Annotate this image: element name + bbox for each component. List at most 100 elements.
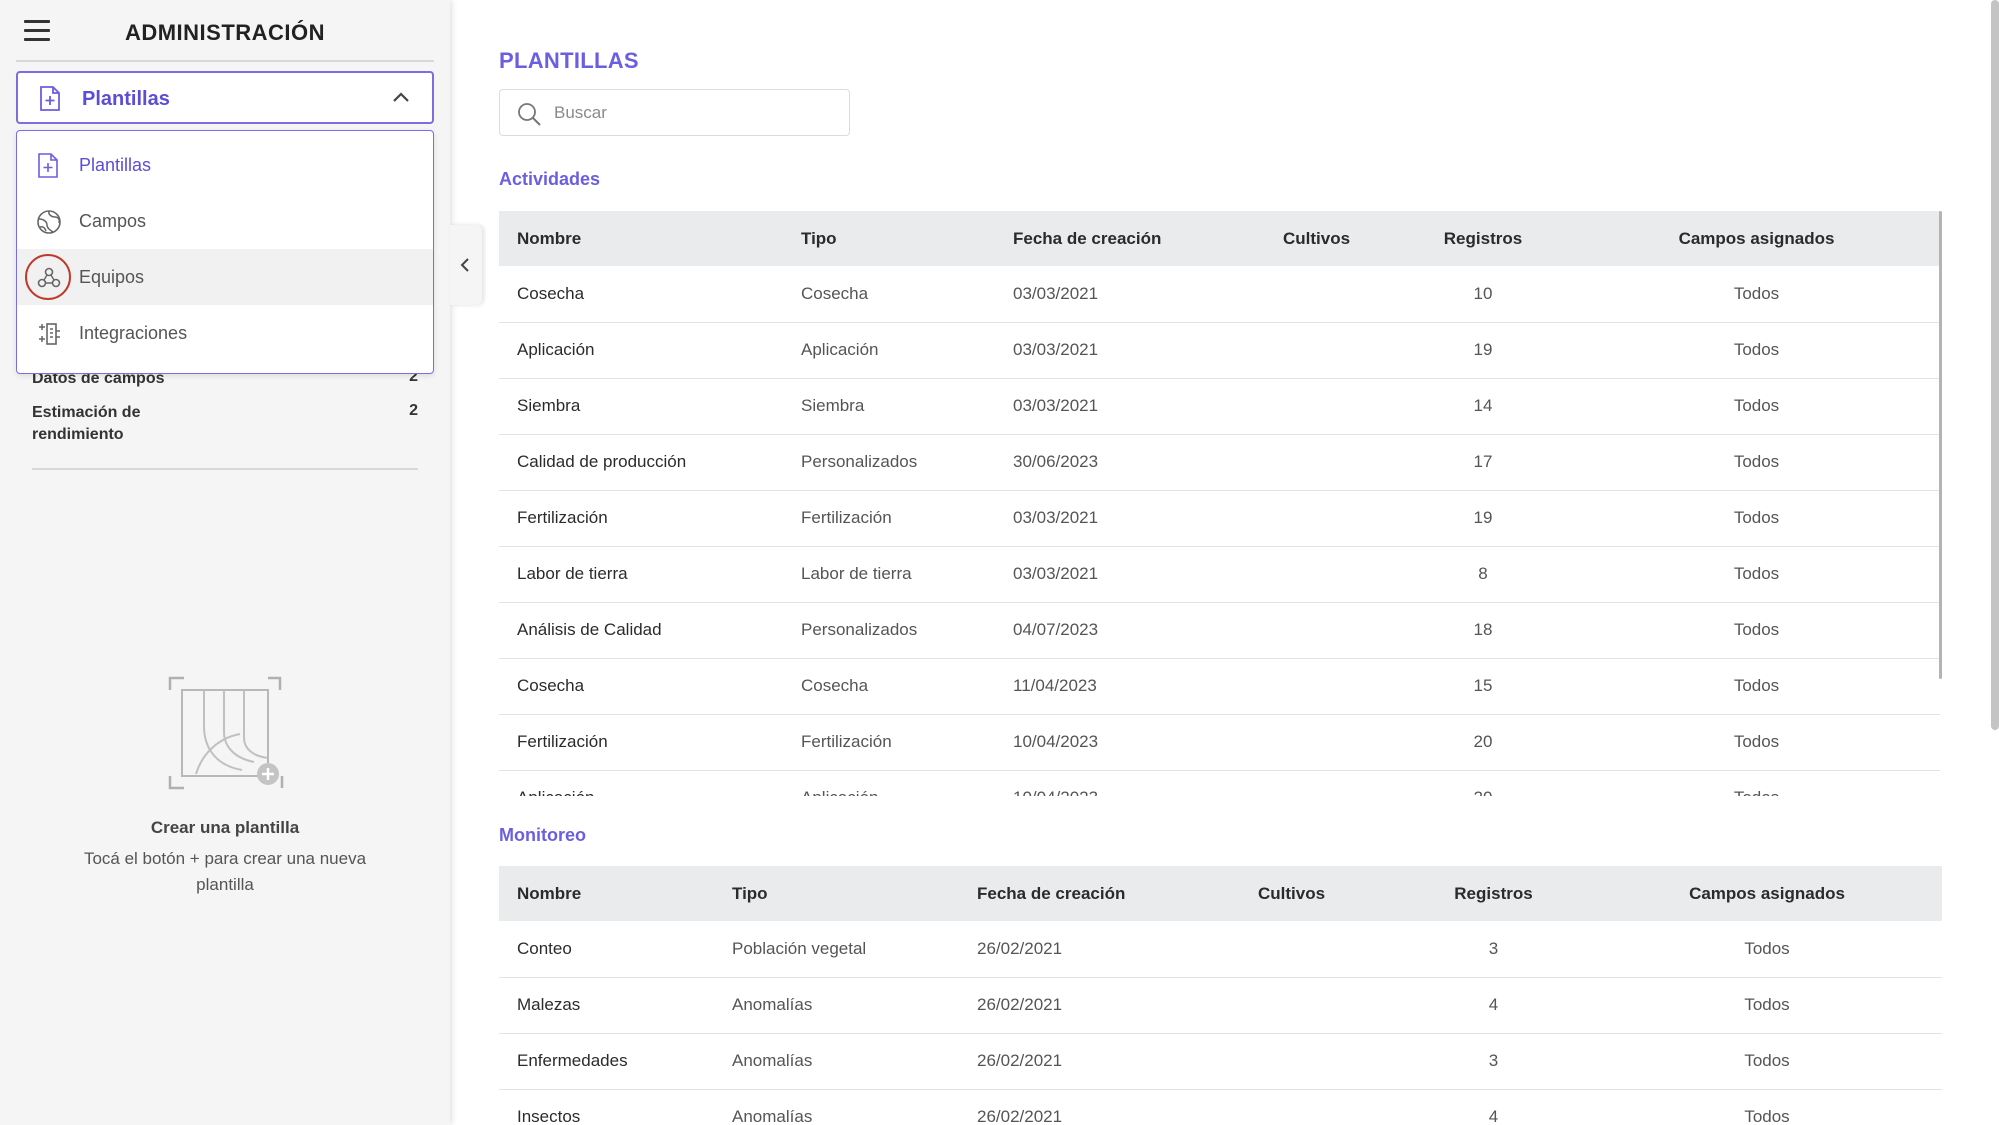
cell-date: 26/02/2021: [959, 977, 1240, 1034]
column-header[interactable]: Campos asignados: [1573, 211, 1940, 266]
sidebar: ADMINISTRACIÓN Plantillas Plantillas Cam…: [0, 0, 450, 1125]
cell-name: Labor de tierra: [499, 546, 783, 603]
cell-name: Calidad de producción: [499, 434, 783, 491]
cell-records: 15: [1393, 658, 1573, 715]
page-title: PLANTILLAS: [499, 48, 639, 73]
cell-crops: [1265, 770, 1393, 796]
cell-name: Aplicación: [499, 770, 783, 796]
cell-assigned: Todos: [1573, 770, 1940, 796]
cell-records: 4: [1395, 1089, 1592, 1125]
column-header[interactable]: Registros: [1395, 866, 1592, 921]
globe-icon: [36, 209, 62, 240]
cell-date: 04/07/2023: [995, 602, 1265, 659]
menu-item-campos[interactable]: Campos: [17, 193, 433, 249]
column-header[interactable]: Fecha de creación: [995, 211, 1265, 266]
table-row[interactable]: Análisis de Calidad Personalizados 04/07/2…: [499, 602, 1940, 659]
table-row[interactable]: Calidad de producción Personalizados 30/06…: [499, 434, 1940, 491]
table-row[interactable]: Cosecha Cosecha 11/04/2023 15 Todos: [499, 658, 1940, 715]
column-header[interactable]: Registros: [1393, 211, 1573, 266]
table-row[interactable]: Conteo Población vegetal 26/02/2021 3 Todos: [499, 921, 1942, 978]
count-row[interactable]: Estimación de rendimiento 2: [32, 402, 418, 446]
column-header[interactable]: Campos asignados: [1592, 866, 1942, 921]
cell-date: 03/03/2021: [995, 490, 1265, 547]
cell-type: Cosecha: [783, 658, 995, 715]
table-row[interactable]: Fertilización Fertilización 10/04/2023 20 To…: [499, 714, 1940, 771]
search-box[interactable]: [499, 89, 850, 136]
column-header[interactable]: Fecha de creación: [959, 866, 1240, 921]
menu-item-label: Equipos: [79, 267, 145, 287]
cell-crops: [1265, 434, 1393, 491]
cell-date: 10/04/2023: [995, 714, 1265, 771]
table-row[interactable]: Enfermedades Anomalías 26/02/2021 3 Todos: [499, 1033, 1942, 1090]
template-add-icon: [38, 86, 62, 117]
dropdown-menu: Plantillas Campos Equipos Integraciones: [16, 130, 434, 374]
cell-crops: [1265, 322, 1393, 379]
cell-date: 30/06/2023: [995, 434, 1265, 491]
column-header[interactable]: Tipo: [783, 211, 995, 266]
cell-crops: [1240, 977, 1395, 1034]
table-scrollbar[interactable]: [1939, 211, 1942, 679]
cell-crops: [1265, 490, 1393, 547]
cell-name: Siembra: [499, 378, 783, 435]
cell-date: 11/04/2023: [995, 658, 1265, 715]
cell-date: 03/03/2021: [995, 378, 1265, 435]
menu-item-integraciones[interactable]: Integraciones: [17, 305, 433, 361]
page-scrollbar[interactable]: [1991, 0, 1999, 730]
cell-assigned: Todos: [1573, 658, 1940, 715]
cell-name: Malezas: [499, 977, 714, 1034]
cell-name: Análisis de Calidad: [499, 602, 783, 659]
template-counts: Datos de campos 2 Estimación de rendimie…: [32, 368, 418, 446]
cell-crops: [1265, 266, 1393, 323]
section-title-activities: Actividades: [499, 169, 601, 189]
cell-records: 19: [1393, 490, 1573, 547]
table-row[interactable]: Labor de tierra Labor de tierra 03/03/2021…: [499, 546, 1940, 603]
cell-crops: [1265, 378, 1393, 435]
table-row[interactable]: Insectos Anomalías 26/02/2021 4 Todos: [499, 1089, 1942, 1125]
cell-crops: [1265, 602, 1393, 659]
menu-item-equipos[interactable]: Equipos: [17, 249, 433, 305]
cell-date: 03/03/2021: [995, 322, 1265, 379]
table-row[interactable]: Siembra Siembra 03/03/2021 14 Todos: [499, 378, 1940, 435]
sidebar-divider: [32, 468, 418, 470]
cell-assigned: Todos: [1573, 490, 1940, 547]
field-plan-illustration-icon: [168, 676, 284, 797]
menu-item-label: Integraciones: [79, 323, 188, 343]
column-header[interactable]: Tipo: [714, 866, 959, 921]
cell-name: Enfermedades: [499, 1033, 714, 1090]
table-row[interactable]: Malezas Anomalías 26/02/2021 4 Todos: [499, 977, 1942, 1034]
cell-records: 19: [1393, 322, 1573, 379]
column-header[interactable]: Cultivos: [1265, 211, 1393, 266]
cell-assigned: Todos: [1592, 1033, 1942, 1090]
cell-crops: [1240, 1089, 1395, 1125]
section-dropdown[interactable]: Plantillas: [16, 71, 434, 124]
cell-name: Fertilización: [499, 490, 783, 547]
cell-records: 4: [1395, 977, 1592, 1034]
cell-assigned: Todos: [1573, 714, 1940, 771]
cell-type: Anomalías: [714, 1089, 959, 1125]
cell-name: Cosecha: [499, 266, 783, 323]
cell-records: 18: [1393, 602, 1573, 659]
cell-assigned: Todos: [1592, 977, 1942, 1034]
sidebar-title: ADMINISTRACIÓN: [124, 20, 326, 45]
table-header-row: Nombre Tipo Fecha de creación Cultivos R…: [499, 211, 1940, 266]
count-name: Estimación de rendimiento: [32, 404, 141, 443]
cell-crops: [1265, 546, 1393, 603]
sidebar-header: ADMINISTRACIÓN: [16, 0, 434, 62]
collapse-sidebar-button[interactable]: [450, 225, 482, 305]
search-input[interactable]: [554, 100, 834, 126]
table-row[interactable]: Fertilización Fertilización 03/03/2021 19 To…: [499, 490, 1940, 547]
table-row[interactable]: Cosecha Cosecha 03/03/2021 10 Todos: [499, 266, 1940, 323]
cell-records: 20: [1393, 770, 1573, 796]
table-row[interactable]: AplicaciónAplicación10/04/202320Todos: [499, 770, 1940, 796]
cell-crops: [1265, 714, 1393, 771]
column-header[interactable]: Nombre: [499, 866, 714, 921]
column-header[interactable]: Nombre: [499, 211, 783, 266]
cell-type: Siembra: [783, 378, 995, 435]
count-value: 2: [409, 402, 418, 419]
cell-type: Aplicación: [783, 770, 995, 796]
table-row[interactable]: Aplicación Aplicación 03/03/2021 19 Todos: [499, 322, 1940, 379]
menu-item-plantillas[interactable]: Plantillas: [17, 137, 433, 193]
cell-assigned: Todos: [1573, 378, 1940, 435]
column-header[interactable]: Cultivos: [1240, 866, 1395, 921]
cell-name: Fertilización: [499, 714, 783, 771]
